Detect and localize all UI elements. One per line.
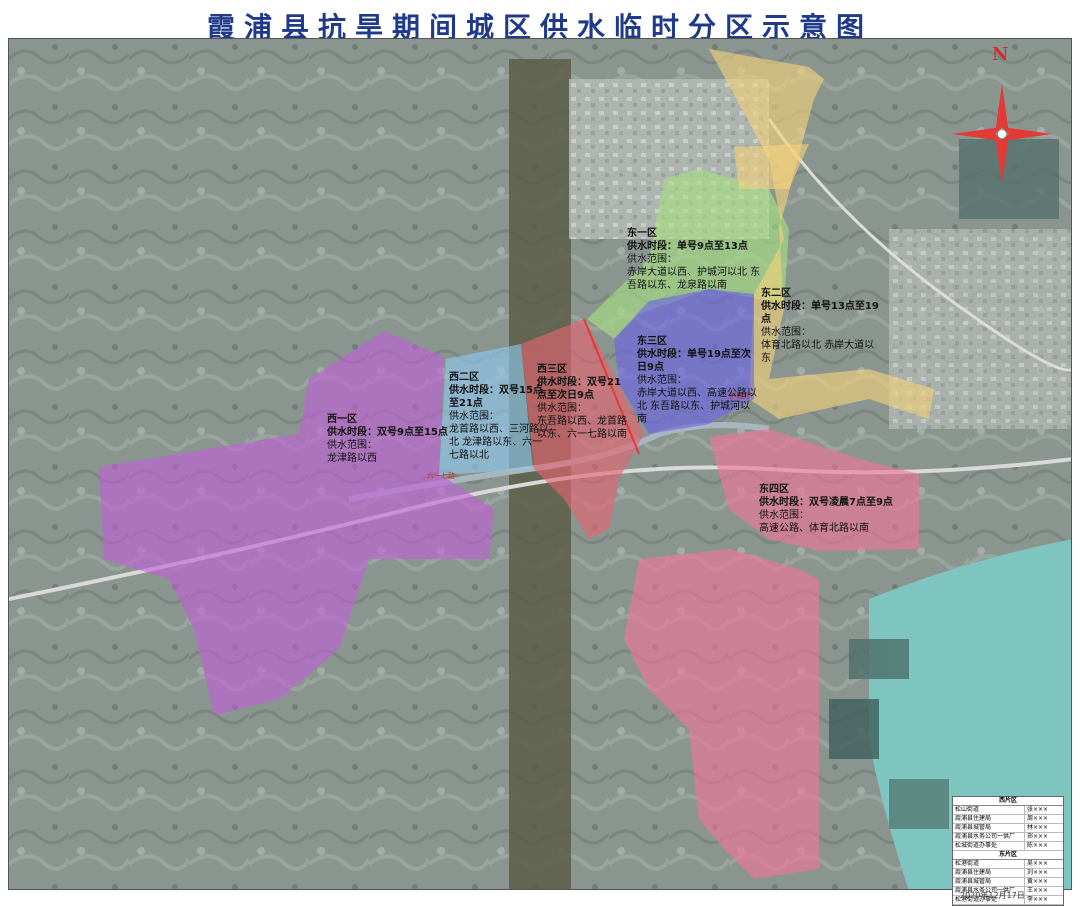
zone-range: 龙首路以西、三河路以北 龙津路以东、六一七路以北 [449,424,549,461]
legend-unit: 霞浦县城管局 [955,878,992,885]
legend-row: 霞浦县水务公司一供厂 郑××× [953,833,1063,842]
legend-contact: 张××× [1024,806,1063,814]
zone-range-title: 供水范围： [637,375,687,386]
zone-time: 供水时段：双号15点至21点 [449,385,543,409]
legend-unit: 松山街道 [955,806,980,813]
zone-name: 西二区 [449,372,479,383]
zone-range: 赤岸大道以西、高速公路以北 东吾路以东、护城河以南 [637,388,757,425]
legend-header-west: 西片区 [953,797,1063,806]
map-canvas[interactable]: 六一七路 护城河 西一区 供水时段：双号9点至15点 供水范围： 龙津路以西 西… [8,38,1072,890]
zone-range: 体育北路以北 赤岸大道以东 [761,340,875,364]
zone-time: 供水时段：单号9点至13点 [627,241,748,252]
zone-label-east2: 东二区 供水时段：单号13点至19点 供水范围： 体育北路以北 赤岸大道以东 [761,287,881,365]
north-label: N [992,44,1009,65]
legend-contact: 黄××× [1024,878,1063,886]
legend-header-east: 东片区 [953,851,1063,860]
legend-contact: 郑××× [1024,833,1063,841]
zone-name: 东二区 [761,288,791,299]
zone-range-title: 供水范围： [449,411,499,422]
zone-time: 供水时段：双号凌晨7点至9点 [759,497,893,508]
zone-range: 龙津路以西 [327,453,377,464]
zone-name: 西一区 [327,414,357,425]
legend-west-rows: 松山街道 张××× 霞浦县住建局 周××× 霞浦县城管局 林××× 霞浦县水务公司一供厂 郑×… [953,806,1063,851]
zone-name: 东三区 [637,336,667,347]
map-date: 2020年12月17日 [960,891,1025,900]
zone-label-west1: 西一区 供水时段：双号9点至15点 供水范围： 龙津路以西 [327,413,448,465]
zone-label-west2: 西二区 供水时段：双号15点至21点 供水范围： 龙首路以西、三河路以北 龙津路… [449,371,549,462]
legend-contact: 刘××× [1024,869,1063,877]
legend-row: 霞浦县住建局 周××× [953,815,1063,824]
legend-contact: 周××× [1024,815,1063,823]
legend-row: 霞浦县城管局 林××× [953,824,1063,833]
legend-unit: 霞浦县住建局 [955,869,992,876]
legend-row: 松山街道 张××× [953,806,1063,815]
zone-range: 赤岸大道以西、护城河以北 东吾路以东、龙泉路以南 [627,267,761,291]
zone-range-title: 供水范围： [759,510,809,521]
zone-time: 供水时段：双号21点至次日9点 [537,377,621,401]
zone-range-title: 供水范围： [761,327,811,338]
zone-name: 东四区 [759,484,789,495]
legend-unit: 霞浦县城管局 [955,824,992,831]
zone-label-east4: 东四区 供水时段：双号凌晨7点至9点 供水范围： 高速公路、体育北路以南 [759,483,909,535]
legend-row: 松港街道 吴××× [953,860,1063,869]
zone-label-east3: 东三区 供水时段：单号19点至次日9点 供水范围： 赤岸大道以西、高速公路以北 … [637,335,757,426]
legend-row: 松城街道办事处 陈××× [953,842,1063,851]
zone-range: 高速公路、体育北路以南 [759,523,869,534]
legend-row: 霞浦县城管局 黄××× [953,878,1063,887]
legend-row: 霞浦县住建局 刘××× [953,869,1063,878]
legend-contact: 李××× [1024,896,1063,904]
zone-time: 供水时段：双号9点至15点 [327,427,448,438]
legend-contact: 陈××× [1024,842,1063,850]
zone-time: 供水时段：单号19点至次日9点 [637,349,751,373]
map-svg [9,39,1071,889]
legend-unit: 松港街道 [955,860,980,867]
zone-name: 西三区 [537,364,567,375]
legend-unit: 松城街道办事处 [955,842,998,849]
compass-rose-icon [952,84,1052,184]
legend-unit: 霞浦县住建局 [955,815,992,822]
legend-contact: 王××× [1024,887,1063,895]
zone-time: 供水时段：单号13点至19点 [761,301,879,325]
legend-contact: 林××× [1024,824,1063,832]
legend-unit: 霞浦县水务公司一供厂 [955,833,1016,840]
zone-range-title: 供水范围： [627,254,677,265]
zone-range-title: 供水范围： [327,440,377,451]
legend-contact: 吴××× [1024,860,1063,868]
zone-name: 东一区 [627,228,657,239]
zone-range-title: 供水范围： [537,403,587,414]
road-label: 六一七路 [427,472,455,480]
zone-range: 东吾路以西、龙首路以东、六一七路以南 [537,416,627,440]
zone-label-west3: 西三区 供水时段：双号21点至次日9点 供水范围： 东吾路以西、龙首路以东、六一… [537,363,627,441]
zone-label-east1: 东一区 供水时段：单号9点至13点 供水范围： 赤岸大道以西、护城河以北 东吾路… [627,227,767,292]
